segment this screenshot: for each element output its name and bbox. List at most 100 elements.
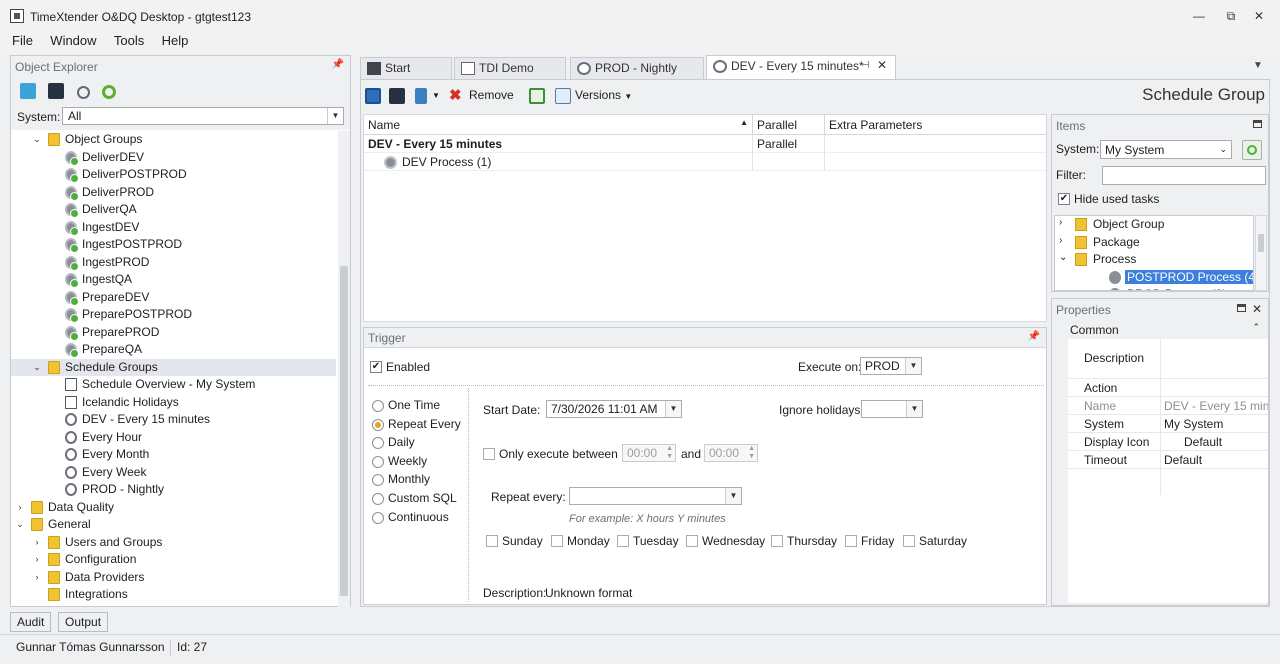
tree-item[interactable]: Integrations [11, 586, 336, 604]
maximize-icon[interactable] [1253, 120, 1262, 128]
start-date-picker[interactable]: 7/30/2026 11:01 AM ▼ [546, 400, 682, 418]
tree-item[interactable]: › Configuration [11, 551, 336, 569]
chevron-right-icon[interactable]: › [15, 499, 25, 516]
tree-item[interactable]: DeliverDEV [11, 149, 336, 167]
day-checkbox-monday[interactable] [551, 535, 563, 547]
close-tab-icon[interactable]: ✕ [877, 58, 887, 72]
radio-continuous[interactable] [372, 511, 384, 524]
menu-window[interactable]: Window [46, 32, 100, 50]
column-header-extra-parameters[interactable]: Extra Parameters [825, 115, 1046, 135]
chevron-right-icon[interactable]: › [32, 534, 42, 551]
tree-item[interactable]: Icelandic Holidays [11, 394, 336, 412]
grid-button[interactable] [529, 87, 547, 105]
menu-help[interactable]: Help [158, 32, 193, 50]
tree-item[interactable]: Every Hour [11, 429, 336, 447]
tree-item[interactable]: DeliverPOSTPROD [11, 166, 336, 184]
tab-dev-every-15-minutes[interactable]: DEV - Every 15 minutes* ⊣ ✕ [706, 55, 896, 79]
table-row-parallel[interactable] [753, 153, 825, 171]
property-row[interactable]: Name DEV - Every 15 min... [1068, 397, 1268, 415]
chevron-right-icon[interactable]: › [32, 569, 42, 586]
table-row-extra[interactable] [825, 135, 1046, 153]
property-row[interactable]: Timeout Default [1068, 451, 1268, 469]
tree-item[interactable]: DEV - Every 15 minutes [11, 411, 336, 429]
day-checkbox-wednesday[interactable] [686, 535, 698, 547]
versions-button[interactable]: Versions ▼ [555, 87, 635, 105]
items-tree-item[interactable]: › Object Group [1055, 216, 1253, 233]
ignore-holidays-select[interactable]: ▼ [861, 400, 923, 418]
enabled-checkbox[interactable]: ✔ [370, 361, 382, 373]
edit-dropdown-button[interactable]: ▼ [415, 87, 441, 105]
radio-daily[interactable] [372, 437, 384, 450]
console-button[interactable] [389, 87, 407, 105]
tree-item[interactable]: DeliverPROD [11, 184, 336, 202]
items-tree-item[interactable]: › Package [1055, 234, 1253, 251]
tree-item[interactable]: PreparePOSTPROD [11, 306, 336, 324]
chevron-right-icon[interactable]: › [1059, 235, 1062, 246]
tree-item[interactable]: PrepareDEV [11, 289, 336, 307]
tree-item[interactable]: ⌄ Schedule Groups [11, 358, 336, 376]
remove-button[interactable]: ✖ Remove [449, 87, 529, 105]
radio-repeat-every[interactable] [372, 418, 384, 431]
radio-custom-sql[interactable] [372, 493, 384, 505]
tab-tdi-demo[interactable]: TDI Demo [454, 57, 566, 79]
property-row[interactable]: Action [1068, 379, 1268, 397]
tree-item[interactable]: Schedule Overview - My System [11, 376, 336, 394]
maximize-icon[interactable] [1237, 304, 1246, 312]
repeat-every-select[interactable]: ▼ [569, 487, 742, 505]
items-tree-item[interactable]: POSTPROD Process (4) [1055, 269, 1253, 286]
tree-item[interactable]: Every Week [11, 464, 336, 482]
property-row[interactable]: Display Icon Default [1068, 433, 1268, 451]
radio-one-time[interactable] [372, 400, 384, 412]
tree-item[interactable]: ⌄ Object Groups [11, 131, 336, 149]
radio-monthly[interactable] [372, 474, 384, 487]
column-header-parallel[interactable]: Parallel [753, 115, 825, 135]
table-row-name[interactable]: DEV - Every 15 minutes [364, 135, 753, 153]
time-to-input[interactable]: 00:00 ▲ ▼ [704, 444, 758, 462]
only-execute-checkbox[interactable] [483, 448, 495, 460]
tree-item[interactable]: DeliverQA [11, 201, 336, 219]
tree-item[interactable]: PreparePROD [11, 324, 336, 342]
table-row-extra[interactable] [825, 153, 1046, 171]
pin-icon[interactable]: 📌 [332, 59, 344, 70]
time-from-input[interactable]: 00:00 ▲ ▼ [622, 444, 676, 462]
tab-prod-nightly[interactable]: PROD - Nightly [570, 57, 704, 79]
restore-button[interactable]: ⧉ [1221, 6, 1241, 26]
tree-item[interactable]: › Data Quality [11, 499, 336, 517]
tree-item[interactable]: IngestPOSTPROD [11, 236, 336, 254]
property-category-common[interactable]: Common ⌃ [1054, 321, 1266, 339]
property-row[interactable]: System My System [1068, 415, 1268, 433]
hide-used-tasks-checkbox[interactable]: ✔ [1058, 193, 1070, 205]
close-window-button[interactable]: ✕ [1249, 6, 1269, 26]
chevron-down-icon[interactable]: ⌄ [1059, 252, 1067, 263]
chevron-down-icon[interactable]: ⌄ [15, 516, 25, 533]
tree-item[interactable]: Every Month [11, 446, 336, 464]
tree-item[interactable]: PrepareQA [11, 341, 336, 359]
day-checkbox-tuesday[interactable] [617, 535, 629, 547]
minimize-button[interactable]: — [1189, 6, 1209, 26]
table-row-name[interactable]: DEV Process (1) [364, 153, 753, 171]
items-system-select[interactable]: My System ⌄ [1100, 140, 1232, 159]
tree-item[interactable]: ⌄ General [11, 516, 336, 534]
table-row-parallel[interactable]: Parallel [753, 135, 825, 153]
tree-item[interactable]: › Data Providers [11, 569, 336, 587]
refresh-button[interactable] [1242, 140, 1262, 160]
tree-item[interactable]: IngestPROD [11, 254, 336, 272]
day-checkbox-sunday[interactable] [486, 535, 498, 547]
search-icon[interactable] [76, 86, 90, 99]
chevron-right-icon[interactable]: › [32, 551, 42, 568]
save-button[interactable] [365, 87, 383, 105]
tab-audit[interactable]: Audit [10, 612, 52, 632]
tab-start[interactable]: Start [360, 57, 452, 79]
tree-scrollbar-thumb[interactable] [340, 266, 348, 596]
new-item-icon[interactable] [20, 83, 36, 99]
items-tree-item[interactable]: PROD Process (3) [1055, 286, 1253, 290]
items-tree-item[interactable]: ⌄ Process [1055, 251, 1253, 268]
tree-item[interactable]: › Users and Groups [11, 534, 336, 552]
execute-on-select[interactable]: PROD ▼ [860, 357, 922, 375]
menu-tools[interactable]: Tools [110, 32, 148, 50]
tab-output[interactable]: Output [58, 612, 109, 632]
items-scrollbar[interactable] [1255, 215, 1267, 291]
pin-icon[interactable]: ⊣ [861, 60, 870, 71]
property-row[interactable]: Description [1068, 339, 1268, 379]
refresh-icon[interactable] [102, 85, 117, 99]
